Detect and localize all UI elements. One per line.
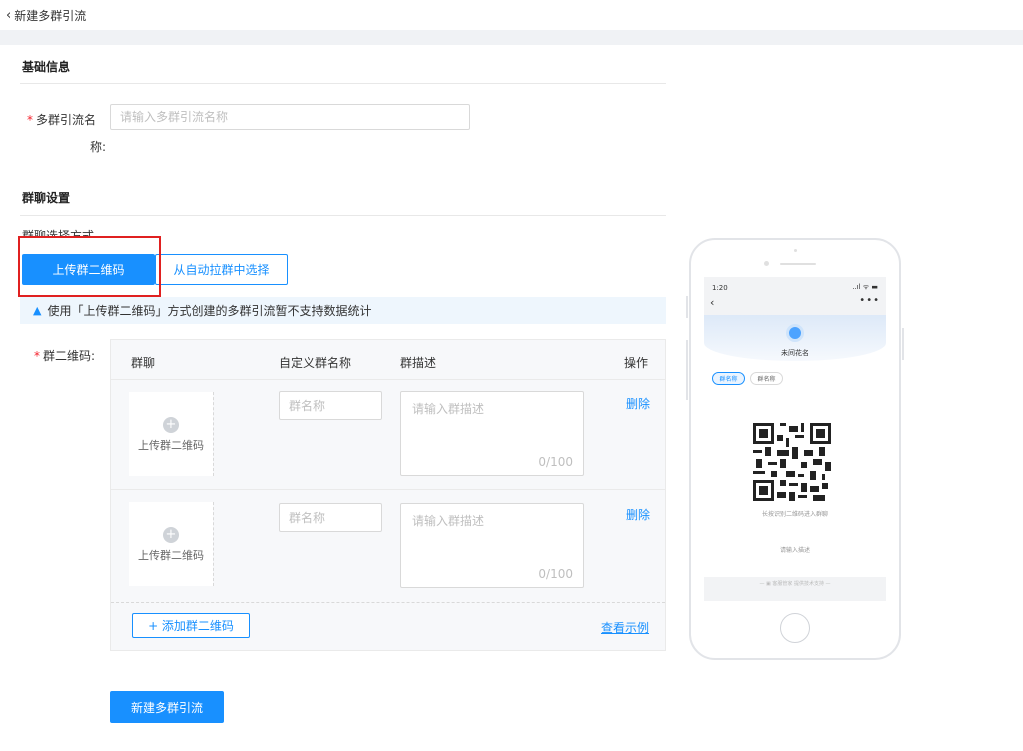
footer-brand: — ▣ 客服管家 提供技术支持 — <box>759 581 831 587</box>
top-bar: ‹ 新建多群引流 <box>0 0 1023 30</box>
status-icons: ..ıl ᯤ ▬ <box>852 283 878 291</box>
chevron-left-icon: ‹ <box>710 296 715 309</box>
create-button[interactable]: 新建多群引流 <box>110 691 224 723</box>
method-label: 群聊选择方式 <box>22 229 95 236</box>
column-header-group: 群聊 <box>131 356 156 370</box>
row-divider <box>111 489 665 490</box>
notice-text: 使用「上传群二维码」方式创建的多群引流暂不支持数据统计 <box>47 304 372 318</box>
qr-label: * 群二维码: <box>34 349 96 363</box>
highlight-box <box>18 236 161 297</box>
notice-banner: ▲ 使用「上传群二维码」方式创建的多群引流暂不支持数据统计 <box>20 297 666 324</box>
speaker <box>780 263 816 265</box>
delete-link[interactable]: 删除 <box>626 395 650 412</box>
group-name-input[interactable] <box>279 391 382 420</box>
required-mark: * <box>34 349 40 363</box>
preview-card: 未间花名 群名称 群名称 长按识别二维码进入群聊 请输入描述 <box>704 315 886 577</box>
qr-desc: 请输入描述 <box>779 547 810 554</box>
plus-icon: + <box>163 416 179 433</box>
view-example-link[interactable]: 查看示例 <box>601 619 649 636</box>
group-desc-textarea[interactable]: 请输入群描述 0/100 <box>400 503 584 588</box>
dashed-divider <box>213 502 214 586</box>
divider <box>20 83 666 84</box>
section-title-basic: 基础信息 <box>22 60 71 74</box>
upload-qr-slot[interactable]: + 上传群二维码 <box>129 502 213 586</box>
group-chip: 群名称 <box>750 372 783 385</box>
qr-tip: 长按识别二维码进入群聊 <box>761 511 828 518</box>
group-chip-active: 群名称 <box>712 372 745 385</box>
name-label-cont: 称: <box>90 140 107 154</box>
page-title: 新建多群引流 <box>14 9 87 23</box>
divider <box>20 215 666 216</box>
add-qr-button[interactable]: + 添加群二维码 <box>132 613 250 638</box>
plus-icon: + <box>163 526 179 543</box>
char-counter: 0/100 <box>538 455 573 469</box>
bell-icon: ▲ <box>33 304 42 317</box>
group-desc-textarea[interactable]: 请输入群描述 0/100 <box>400 391 584 476</box>
group-name-input[interactable] <box>279 503 382 532</box>
name-input[interactable] <box>110 104 470 130</box>
dashed-divider <box>213 392 214 476</box>
column-header-custom-name: 自定义群名称 <box>279 356 352 370</box>
qr-code-icon <box>753 423 831 501</box>
status-time: 1:20 <box>712 284 728 292</box>
upload-qr-slot[interactable]: + 上传群二维码 <box>129 392 213 476</box>
column-header-action: 操作 <box>624 356 649 370</box>
name-label: * 多群引流名 <box>27 113 97 127</box>
row-divider <box>111 379 665 380</box>
more-icon: ••• <box>859 295 880 306</box>
delete-link[interactable]: 删除 <box>626 506 650 523</box>
char-counter: 0/100 <box>538 567 573 581</box>
chevron-left-icon: ‹ <box>6 8 12 23</box>
avatar <box>786 324 804 342</box>
card-name: 未间花名 <box>781 349 809 357</box>
qr-table: 群聊 自定义群名称 群描述 操作 + 上传群二维码 请输入群描述 0/100 删… <box>110 339 666 651</box>
back-link[interactable]: ‹ 新建多群引流 <box>6 7 86 24</box>
home-button <box>780 613 810 643</box>
column-header-description: 群描述 <box>400 356 437 370</box>
phone-screen: 1:20 ..ıl ᯤ ▬ ‹ ••• 未间花名 群名称 群名称 长按识别二维码… <box>704 277 886 601</box>
header-divider <box>0 30 1023 45</box>
required-mark: * <box>27 113 33 127</box>
section-title-group: 群聊设置 <box>22 191 71 205</box>
auto-group-option-button[interactable]: 从自动拉群中选择 <box>155 254 288 285</box>
camera-icon <box>764 261 769 266</box>
row-divider <box>111 602 665 603</box>
phone-preview: 1:20 ..ıl ᯤ ▬ ‹ ••• 未间花名 群名称 群名称 长按识别二维码… <box>686 238 904 660</box>
